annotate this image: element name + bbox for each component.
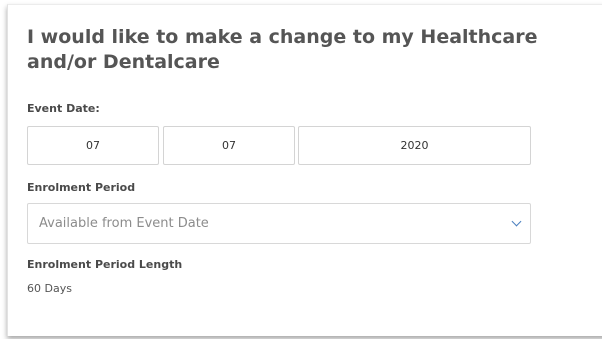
event-date-month-field[interactable]: 07	[163, 126, 295, 165]
page-title: I would like to make a change to my Heal…	[27, 26, 538, 73]
event-date-day-field[interactable]: 07	[27, 126, 159, 165]
enrolment-period-selected-value: Available from Event Date	[39, 216, 209, 231]
enrolment-period-length-value: 60 Days	[27, 282, 72, 295]
enrolment-period-select[interactable]: Available from Event Date	[27, 203, 531, 244]
enrolment-period-length-label: Enrolment Period Length	[27, 258, 183, 271]
enrolment-period-label: Enrolment Period	[27, 181, 136, 194]
event-date-year-field[interactable]: 2020	[298, 126, 531, 165]
form-card: I would like to make a change to my Heal…	[7, 4, 602, 336]
event-date-label: Event Date:	[27, 102, 100, 115]
chevron-down-icon	[511, 216, 522, 227]
